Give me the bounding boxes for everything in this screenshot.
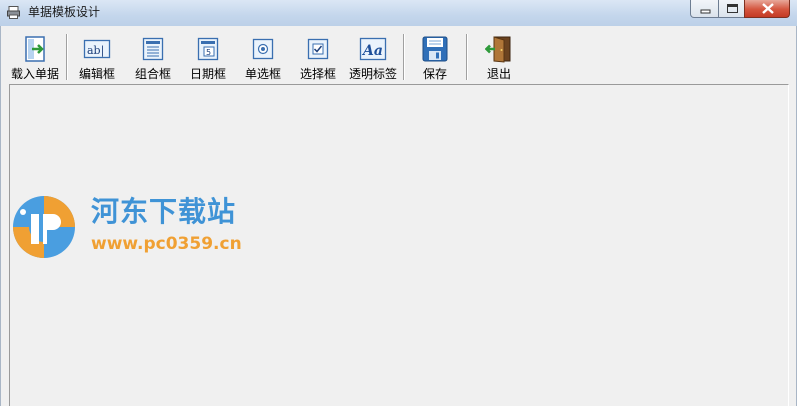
combo-box-button[interactable]: 组合框	[131, 31, 175, 81]
transparent-label-button[interactable]: Aa 透明标签	[347, 31, 399, 81]
checkbox-icon	[307, 38, 329, 60]
minimize-icon	[700, 9, 711, 14]
exit-door-icon	[485, 36, 511, 63]
window-title: 单据模板设计	[28, 5, 101, 19]
exit-button[interactable]: 退出	[477, 31, 521, 81]
date-box-label: 日期框	[189, 67, 226, 81]
close-icon	[762, 3, 774, 14]
date-box-button[interactable]: 5 日期框	[186, 31, 230, 81]
radio-icon	[252, 38, 274, 60]
save-button[interactable]: 保存	[413, 31, 457, 81]
title-bar[interactable]: 单据模板设计	[0, 0, 797, 26]
maximize-button[interactable]	[718, 0, 745, 18]
app-icon	[7, 6, 20, 19]
check-box-label: 选择框	[299, 67, 336, 81]
toolbar-separator	[66, 34, 68, 80]
radio-box-label: 单选框	[244, 67, 281, 81]
watermark-site-name: 河东下载站	[91, 195, 237, 228]
watermark-url: www.pc0359.cn	[91, 234, 242, 254]
svg-text:ab|: ab|	[87, 44, 104, 58]
floppy-disk-icon	[422, 36, 448, 62]
edit-box-button[interactable]: ab| 编辑框	[75, 31, 119, 81]
save-label: 保存	[422, 67, 447, 81]
minimize-button[interactable]	[690, 0, 719, 18]
svg-text:5: 5	[206, 48, 211, 57]
exit-label: 退出	[486, 67, 511, 81]
watermark: 河东下载站 www.pc0359.cn	[7, 188, 267, 268]
load-document-icon	[25, 36, 45, 62]
check-box-button[interactable]: 选择框	[296, 31, 340, 81]
toolbar-separator	[403, 34, 405, 80]
combo-box-label: 组合框	[134, 67, 171, 81]
date-box-icon: 5	[197, 37, 219, 61]
toolbar: 载入单据 ab| 编辑框 组合框 5 日期框 单选框 选择框 Aa 透明标签 保…	[7, 28, 791, 82]
maximize-icon	[727, 4, 738, 13]
watermark-logo-icon	[13, 196, 75, 258]
svg-text:Aa: Aa	[361, 43, 383, 59]
window: 单据模板设计 载入单据 ab| 编辑框 组合框 5 日期框 单选框 选择框 Aa…	[0, 0, 797, 406]
text-label-icon: Aa	[359, 37, 387, 61]
client-area: 载入单据 ab| 编辑框 组合框 5 日期框 单选框 选择框 Aa 透明标签 保…	[0, 26, 797, 406]
toolbar-separator	[466, 34, 468, 80]
load-document-button[interactable]: 载入单据	[7, 31, 63, 81]
edit-box-icon: ab|	[83, 39, 111, 59]
radio-box-button[interactable]: 单选框	[241, 31, 285, 81]
edit-box-label: 编辑框	[78, 67, 115, 81]
close-button[interactable]	[744, 0, 790, 18]
transparent-label-label: 透明标签	[348, 67, 397, 81]
load-document-label: 载入单据	[10, 67, 59, 81]
combo-box-icon	[142, 37, 164, 61]
